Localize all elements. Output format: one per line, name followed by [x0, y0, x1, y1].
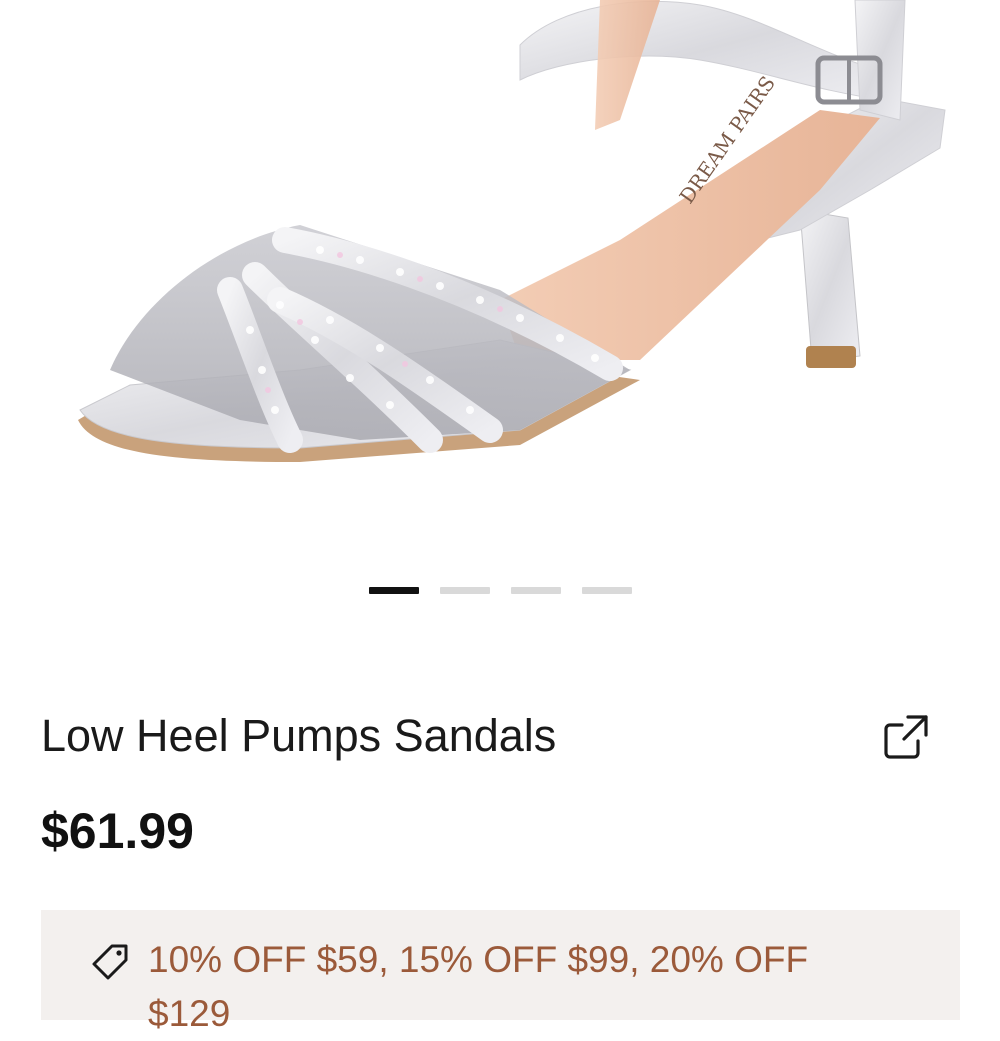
product-price: $61.99 — [41, 803, 194, 859]
share-button[interactable] — [878, 709, 934, 765]
sandal-image: DREAM PAIRS — [78, 0, 946, 462]
promo-text: 10% OFF $59, 15% OFF $99, 20% OFF $129 — [148, 939, 809, 1034]
pagination-dot-active[interactable] — [369, 587, 419, 594]
share-external-icon — [884, 715, 928, 759]
product-image[interactable]: DREAM PAIRS — [0, 0, 1000, 560]
pagination-dot[interactable] — [582, 587, 632, 594]
pagination-dot[interactable] — [440, 587, 490, 594]
pagination-dot[interactable] — [511, 587, 561, 594]
image-pagination[interactable] — [369, 587, 632, 594]
promo-banner[interactable]: 10% OFF $59, 15% OFF $99, 20% OFF $129 — [41, 910, 960, 1034]
tag-icon — [92, 944, 128, 980]
product-title: Low Heel Pumps Sandals — [41, 710, 557, 761]
